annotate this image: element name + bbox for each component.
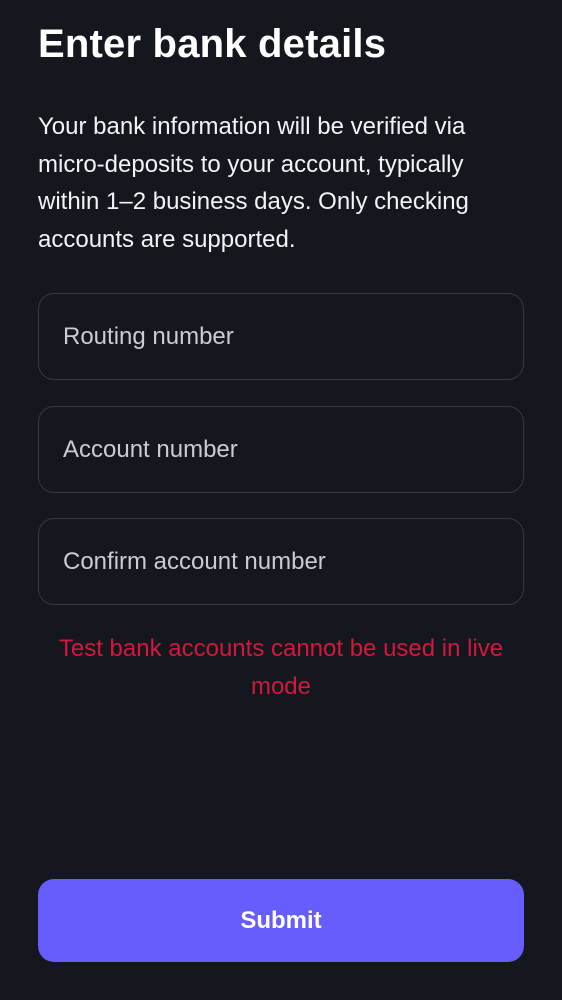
confirm-account-number-field[interactable] (38, 518, 524, 605)
submit-button[interactable]: Submit (38, 879, 524, 962)
account-number-input[interactable] (39, 407, 523, 492)
routing-number-field[interactable] (38, 293, 524, 380)
verification-description: Your bank information will be verified v… (38, 113, 469, 253)
page-title: Enter bank details (38, 22, 387, 66)
account-number-field[interactable] (38, 406, 524, 493)
confirm-account-number-input[interactable] (39, 519, 523, 604)
error-message: Test bank accounts cannot be used in liv… (58, 635, 504, 700)
routing-number-input[interactable] (39, 294, 523, 379)
bank-details-screen: Enter bank details Your bank information… (0, 0, 562, 1000)
